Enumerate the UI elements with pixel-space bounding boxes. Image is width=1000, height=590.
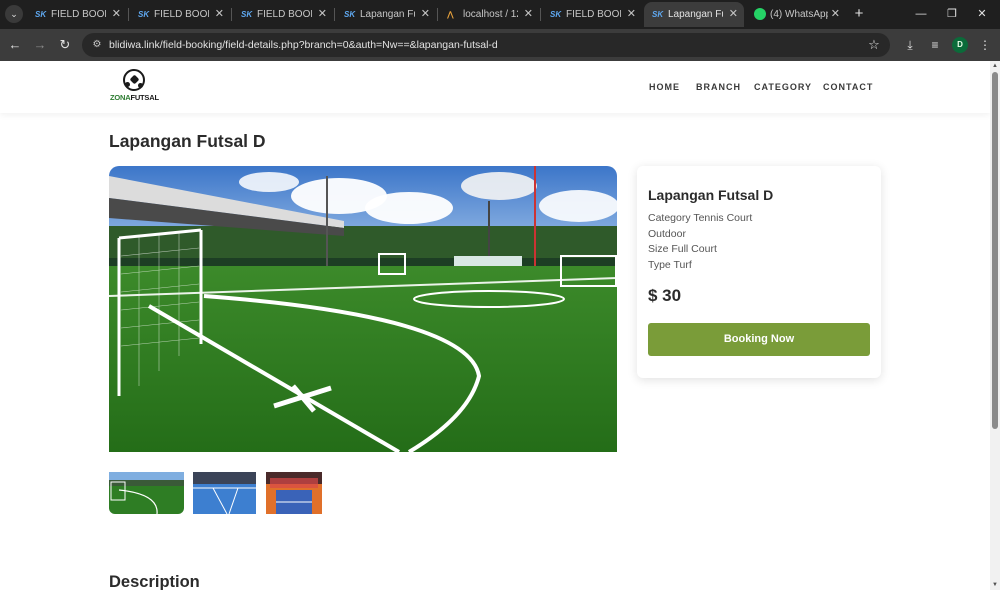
back-arrow-icon[interactable]: ← bbox=[5, 35, 25, 55]
thumbnail-outdoor-turf[interactable] bbox=[109, 472, 184, 514]
field-name: Lapangan Futsal D bbox=[648, 187, 774, 203]
browser-tab-bar: ⌄ SK FIELD BOOKIN ✕ SK FIELD BOOKIN ✕ SK… bbox=[0, 0, 1000, 29]
sk-logo-icon: SK bbox=[550, 10, 562, 19]
media-controls-icon[interactable]: ≡ bbox=[925, 35, 945, 55]
site-logo[interactable]: ZONAFUTSAL bbox=[110, 69, 160, 103]
new-tab-button[interactable]: + bbox=[851, 5, 867, 23]
scroll-up-arrow-icon[interactable]: ▲ bbox=[990, 61, 1000, 71]
tab-title: FIELD BOOKIN bbox=[154, 9, 209, 20]
close-tab-icon[interactable]: ✕ bbox=[318, 2, 327, 27]
browser-tab-active[interactable]: SK Lapangan Futs ✕ bbox=[644, 2, 744, 27]
restore-icon[interactable]: ❐ bbox=[942, 4, 962, 24]
bookmark-star-icon[interactable]: ☆ bbox=[866, 37, 882, 53]
thumbnail-indoor-blue[interactable] bbox=[193, 472, 256, 514]
forward-arrow-icon[interactable]: → bbox=[30, 35, 50, 55]
tab-title: FIELD BOOKIN bbox=[257, 9, 312, 20]
sk-logo-icon: SK bbox=[138, 10, 150, 19]
tab-title: (4) WhatsApp bbox=[770, 9, 828, 20]
tab-search-icon[interactable]: ⌄ bbox=[5, 5, 23, 23]
reload-icon[interactable]: ↻ bbox=[55, 35, 75, 55]
field-details-card: Lapangan Futsal D Category Tennis Court … bbox=[637, 166, 881, 378]
nav-contact[interactable]: CONTACT bbox=[823, 80, 873, 94]
tab-title: FIELD BOOKIN bbox=[566, 9, 621, 20]
site-header: ZONAFUTSAL HOME BRANCH CATEGORY CONTACT bbox=[0, 61, 990, 113]
soccer-ball-icon bbox=[123, 69, 145, 91]
whatsapp-icon bbox=[754, 8, 766, 20]
field-price: $ 30 bbox=[648, 286, 682, 305]
tab-title: Lapangan Futs bbox=[668, 9, 723, 20]
page-viewport: ZONAFUTSAL HOME BRANCH CATEGORY CONTACT … bbox=[0, 61, 990, 590]
minimize-icon[interactable]: — bbox=[911, 4, 931, 24]
browser-tab[interactable]: (4) WhatsApp ✕ bbox=[746, 2, 846, 27]
tab-separator bbox=[334, 8, 335, 21]
logo-text: ZONAFUTSAL bbox=[110, 93, 159, 102]
tab-separator bbox=[231, 8, 232, 21]
window-close-icon[interactable]: ✕ bbox=[972, 4, 992, 24]
site-info-icon[interactable]: ⚙ bbox=[90, 38, 104, 52]
field-category: Category Tennis Court bbox=[648, 212, 753, 224]
browser-tab[interactable]: SK FIELD BOOKIN ✕ bbox=[27, 2, 127, 27]
browser-tab[interactable]: SK FIELD BOOKIN ✕ bbox=[233, 2, 333, 27]
phpmyadmin-icon: ⋀ bbox=[447, 10, 454, 19]
address-bar[interactable]: ⚙ blidiwa.link/field-booking/field-detai… bbox=[82, 33, 890, 57]
browser-toolbar: ← → ↻ ⚙ blidiwa.link/field-booking/field… bbox=[0, 29, 1000, 61]
description-heading: Description bbox=[109, 573, 200, 590]
tab-title: FIELD BOOKIN bbox=[51, 9, 106, 20]
profile-avatar[interactable]: D bbox=[952, 37, 968, 53]
close-tab-icon[interactable]: ✕ bbox=[831, 2, 840, 27]
browser-tab[interactable]: SK FIELD BOOKIN ✕ bbox=[130, 2, 230, 27]
browser-tab[interactable]: SK FIELD BOOKIN ✕ bbox=[542, 2, 642, 27]
page-title: Lapangan Futsal D bbox=[109, 131, 266, 151]
field-size: Size Full Court bbox=[648, 243, 717, 255]
close-tab-icon[interactable]: ✕ bbox=[421, 2, 430, 27]
tab-separator bbox=[540, 8, 541, 21]
download-icon[interactable]: ⤓ bbox=[900, 35, 920, 55]
menu-kebab-icon[interactable]: ⋮ bbox=[975, 35, 995, 55]
sk-logo-icon: SK bbox=[35, 10, 47, 19]
field-type: Type Turf bbox=[648, 259, 692, 271]
field-environment: Outdoor bbox=[648, 228, 686, 240]
scroll-down-arrow-icon[interactable]: ▼ bbox=[990, 580, 1000, 590]
sk-logo-icon: SK bbox=[241, 10, 253, 19]
thumbnail-indoor-orange[interactable] bbox=[266, 472, 322, 514]
tab-title: Lapangan Futs bbox=[360, 9, 415, 20]
nav-home[interactable]: HOME bbox=[649, 80, 680, 94]
booking-now-button[interactable]: Booking Now bbox=[648, 323, 870, 356]
nav-branch[interactable]: BRANCH bbox=[696, 80, 741, 94]
close-tab-icon[interactable]: ✕ bbox=[112, 2, 121, 27]
tab-separator bbox=[128, 8, 129, 21]
close-tab-icon[interactable]: ✕ bbox=[627, 2, 636, 27]
close-tab-icon[interactable]: ✕ bbox=[215, 2, 224, 27]
tab-title: localhost / 127 bbox=[463, 9, 518, 20]
close-tab-icon[interactable]: ✕ bbox=[524, 2, 533, 27]
sk-logo-icon: SK bbox=[344, 10, 356, 19]
url-text[interactable]: blidiwa.link/field-booking/field-details… bbox=[109, 33, 498, 57]
browser-tab[interactable]: SK Lapangan Futs ✕ bbox=[336, 2, 436, 27]
nav-category[interactable]: CATEGORY bbox=[754, 80, 812, 94]
scrollbar-thumb[interactable] bbox=[992, 72, 998, 429]
browser-tab[interactable]: ⋀ localhost / 127 ✕ bbox=[439, 2, 539, 27]
sk-logo-icon: SK bbox=[652, 10, 664, 19]
close-tab-icon[interactable]: ✕ bbox=[729, 2, 738, 27]
tab-separator bbox=[437, 8, 438, 21]
field-main-photo bbox=[109, 166, 617, 452]
page-scrollbar[interactable]: ▲ ▼ bbox=[990, 61, 1000, 590]
